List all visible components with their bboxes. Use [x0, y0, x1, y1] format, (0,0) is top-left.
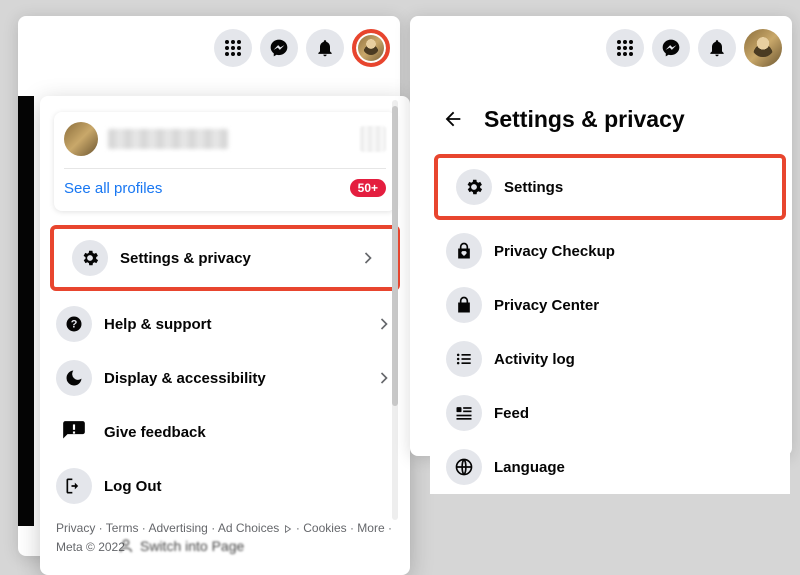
menu-item-label: Display & accessibility — [104, 370, 362, 387]
notifications-button[interactable] — [698, 29, 736, 67]
menu-help-support[interactable]: ? Help & support — [40, 297, 410, 351]
footer-link-ad-choices[interactable]: Ad Choices — [218, 521, 279, 535]
feed-icon — [446, 395, 482, 431]
messenger-button[interactable] — [652, 29, 690, 67]
grid-icon — [223, 38, 243, 58]
see-all-profiles-row[interactable]: See all profiles 50+ — [64, 179, 386, 197]
menu-item-label: Language — [494, 459, 774, 476]
profile-count-badge: 50+ — [350, 179, 386, 197]
logout-icon — [56, 468, 92, 504]
menu-settings-privacy[interactable]: Settings & privacy — [56, 231, 394, 285]
menu-privacy-checkup[interactable]: Privacy Checkup — [430, 224, 790, 278]
menu-log-out[interactable]: Log Out — [40, 459, 410, 513]
profile-row — [64, 122, 386, 156]
chevron-right-icon — [358, 248, 378, 268]
bell-icon — [315, 38, 335, 58]
highlight-settings: Settings — [434, 154, 786, 220]
lock-heart-icon — [446, 233, 482, 269]
switch-into-page-label: Switch into Page — [140, 538, 244, 554]
messenger-icon — [269, 38, 289, 58]
menu-item-label: Settings & privacy — [120, 250, 346, 267]
menu-privacy-center[interactable]: Privacy Center — [430, 278, 790, 332]
account-menu-panel: See all profiles 50+ Settings & privacy … — [18, 16, 400, 556]
scrollbar[interactable] — [392, 100, 398, 520]
notifications-button[interactable] — [306, 29, 344, 67]
bell-icon — [707, 38, 727, 58]
account-avatar-button[interactable] — [352, 29, 390, 67]
chevron-right-icon — [374, 314, 394, 334]
menu-item-label: Activity log — [494, 351, 774, 368]
footer-link-privacy[interactable]: Privacy — [56, 521, 95, 535]
messenger-button[interactable] — [260, 29, 298, 67]
settings-privacy-header: Settings & privacy — [430, 96, 790, 154]
profile-name — [108, 129, 228, 149]
settings-privacy-dropdown: Settings & privacy Settings Privacy Chec… — [430, 96, 790, 494]
switch-into-page[interactable]: Switch into Page — [118, 538, 244, 554]
menu-item-label: Settings — [504, 179, 764, 196]
messenger-icon — [661, 38, 681, 58]
profile-card[interactable]: See all profiles 50+ — [54, 112, 396, 211]
menu-language[interactable]: Language — [430, 440, 790, 494]
footer-link-terms[interactable]: Terms — [106, 521, 139, 535]
menu-item-label: Privacy Center — [494, 297, 774, 314]
menu-item-label: Log Out — [104, 478, 394, 495]
menu-item-label: Help & support — [104, 316, 362, 333]
settings-privacy-title: Settings & privacy — [484, 106, 685, 133]
menu-settings[interactable]: Settings — [440, 160, 780, 214]
back-button[interactable] — [436, 102, 470, 136]
top-nav-icons — [410, 16, 792, 76]
divider — [64, 168, 386, 169]
switch-icon — [118, 538, 134, 554]
footer-link-cookies[interactable]: Cookies — [303, 521, 346, 535]
list-icon — [446, 341, 482, 377]
account-dropdown: See all profiles 50+ Settings & privacy … — [40, 96, 410, 575]
help-icon: ? — [56, 306, 92, 342]
account-avatar-button[interactable] — [744, 29, 782, 67]
apps-button[interactable] — [214, 29, 252, 67]
profile-avatar — [64, 122, 98, 156]
menu-item-label: Give feedback — [104, 424, 394, 441]
apps-button[interactable] — [606, 29, 644, 67]
footer-link-more[interactable]: More — [357, 521, 384, 535]
background-strip — [18, 96, 34, 526]
lock-icon — [446, 287, 482, 323]
top-nav-icons — [18, 16, 400, 76]
menu-give-feedback[interactable]: Give feedback — [40, 405, 410, 459]
menu-activity-log[interactable]: Activity log — [430, 332, 790, 386]
moon-icon — [56, 360, 92, 396]
menu-display-accessibility[interactable]: Display & accessibility — [40, 351, 410, 405]
page-thumb — [360, 126, 386, 152]
arrow-left-icon — [442, 108, 464, 130]
gear-icon — [456, 169, 492, 205]
globe-icon — [446, 449, 482, 485]
gear-icon — [72, 240, 108, 276]
menu-feed[interactable]: Feed — [430, 386, 790, 440]
footer-link-advertising[interactable]: Advertising — [148, 521, 207, 535]
menu-item-label: Privacy Checkup — [494, 243, 774, 260]
chevron-right-icon — [374, 368, 394, 388]
footer-meta: Meta © 2022 — [56, 540, 125, 554]
feedback-icon — [56, 414, 92, 450]
svg-text:?: ? — [71, 318, 78, 330]
settings-privacy-panel: Settings & privacy Settings Privacy Chec… — [410, 16, 792, 456]
see-all-profiles-link[interactable]: See all profiles — [64, 180, 162, 197]
menu-item-label: Feed — [494, 405, 774, 422]
ad-choices-icon — [283, 524, 293, 534]
highlight-settings-privacy: Settings & privacy — [50, 225, 400, 291]
grid-icon — [615, 38, 635, 58]
